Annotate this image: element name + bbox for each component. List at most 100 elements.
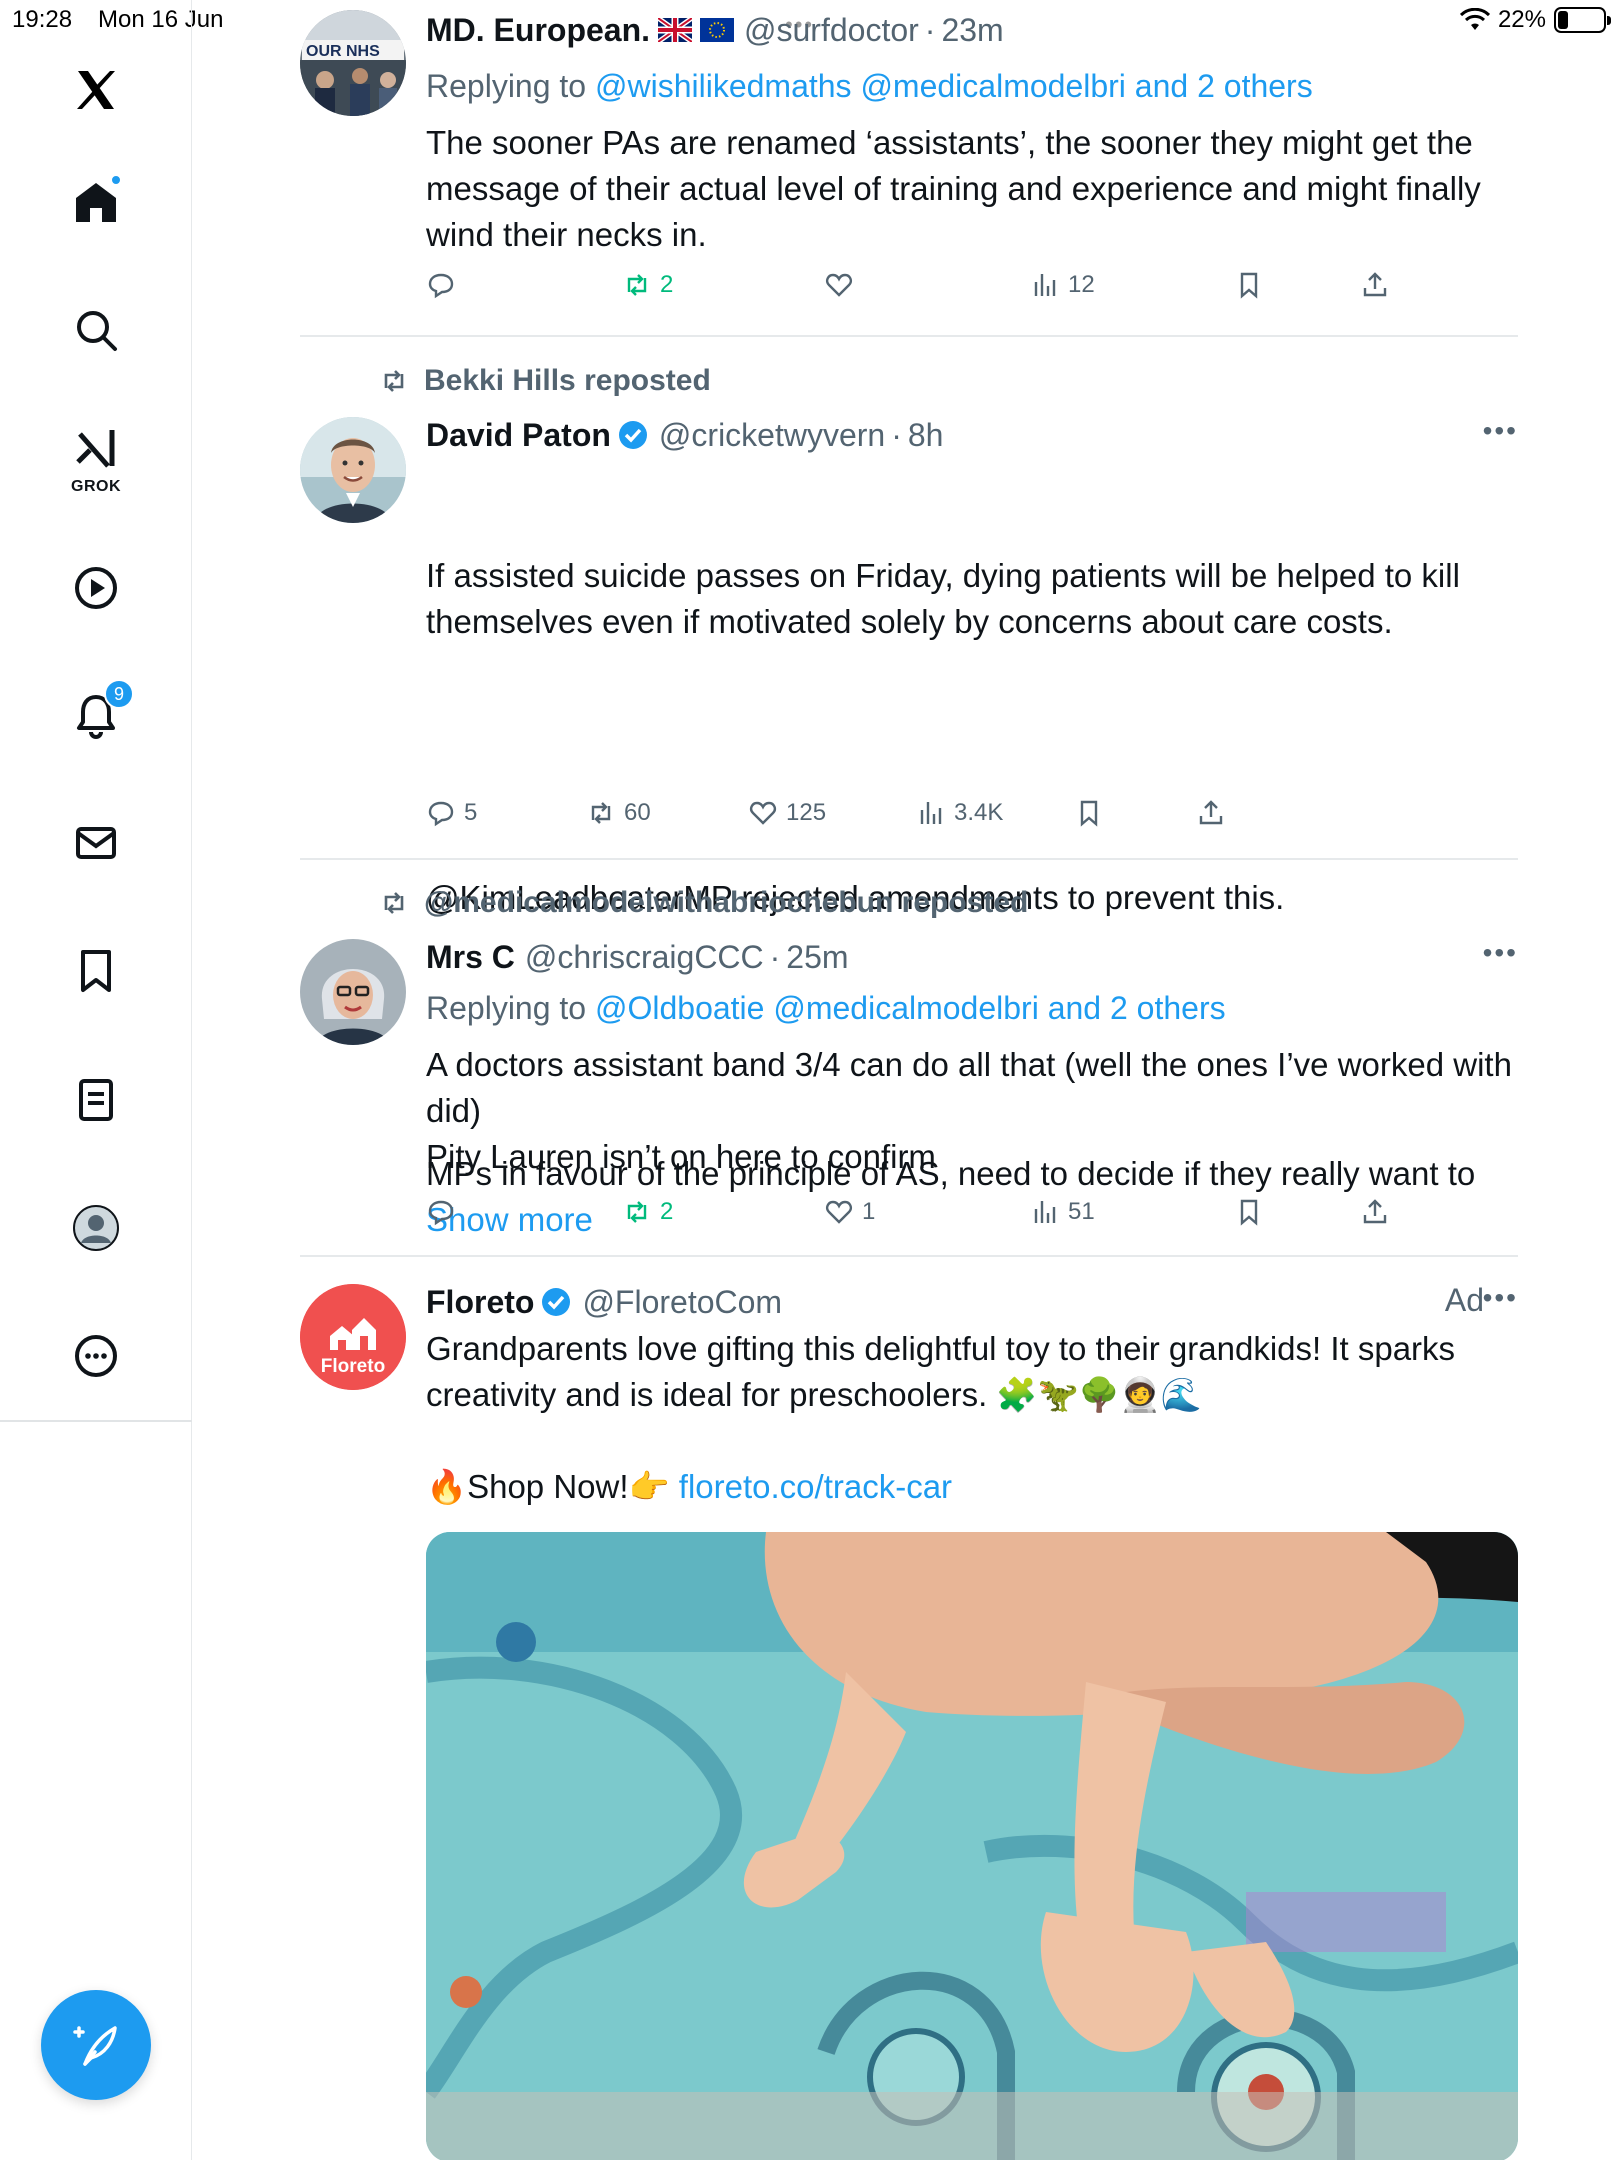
repost-button[interactable]: 2 — [622, 270, 673, 300]
more-icon — [75, 1335, 117, 1377]
handle[interactable]: @cricketwyvern — [659, 415, 885, 455]
repost-button[interactable]: 2 — [622, 1197, 673, 1227]
repost-icon — [627, 274, 647, 296]
views-icon — [920, 802, 942, 824]
timestamp[interactable]: 25m — [786, 937, 848, 977]
display-name[interactable]: MD. European. — [426, 10, 650, 50]
tweet-more-button[interactable]: ••• — [1483, 415, 1518, 447]
notification-dot — [110, 174, 122, 186]
sidebar-item-notifications[interactable]: 9 — [66, 679, 134, 745]
timestamp[interactable]: 8h — [908, 415, 944, 455]
replying-prefix: Replying to — [426, 68, 587, 104]
ad-label: Ad — [1444, 1282, 1484, 1318]
views-button[interactable]: 3.4K — [916, 798, 1003, 828]
avatar[interactable] — [300, 417, 406, 523]
grok-icon — [76, 430, 115, 468]
sidebar-item-grok[interactable] — [66, 420, 126, 480]
tweet-actions: 5 60 125 3.4K — [426, 798, 1406, 838]
tweet-divider — [300, 1255, 1518, 1257]
separator-dot: · — [924, 12, 936, 48]
like-button[interactable]: 125 — [748, 798, 826, 828]
views-button[interactable]: 51 — [1030, 1197, 1095, 1227]
tweet-divider — [300, 335, 1518, 337]
repost-button[interactable]: 60 — [586, 798, 651, 828]
bookmark-button[interactable] — [1234, 1197, 1264, 1227]
like-button[interactable]: 1 — [824, 1197, 875, 1227]
sidebar-item-more[interactable] — [66, 1326, 126, 1386]
bookmark-icon — [81, 950, 111, 992]
views-button[interactable]: 12 — [1030, 270, 1095, 300]
replying-to: Replying to @wishilikedmaths @medicalmod… — [426, 66, 1518, 106]
bookmark-icon — [1240, 272, 1258, 299]
play-icon — [75, 567, 117, 609]
tweet-actions: 2 1 51 — [426, 1197, 1406, 1237]
repost-indicator[interactable]: Bekki Hills reposted — [378, 364, 711, 398]
sidebar-item-home[interactable] — [66, 172, 126, 232]
battery-icon — [1554, 7, 1611, 33]
replying-prefix: Replying to — [426, 990, 587, 1026]
list-icon — [79, 1079, 113, 1121]
compose-button[interactable] — [41, 1990, 151, 2100]
bookmark-button[interactable] — [1074, 798, 1104, 828]
avatar[interactable]: OUR NHS — [300, 10, 406, 116]
reply-button[interactable] — [426, 270, 464, 300]
compose-icon — [73, 2026, 117, 2066]
verified-badge-icon — [542, 1288, 571, 1316]
handle[interactable]: @chriscraigCCC — [525, 937, 764, 977]
avatar[interactable]: Floreto — [300, 1284, 406, 1390]
notification-badge: 9 — [104, 679, 134, 709]
repost-by-label: @medicalmodelwithabriochebun reposted — [424, 886, 1029, 919]
share-button[interactable] — [1360, 270, 1390, 300]
ad-link[interactable]: floreto.co/track-car — [679, 1468, 952, 1505]
bookmark-button[interactable] — [1234, 270, 1264, 300]
tweet-actions: 2 12 — [426, 270, 1406, 310]
verified-badge-icon — [618, 421, 647, 449]
timestamp[interactable]: 23m — [941, 10, 1003, 50]
sidebar-item-videos[interactable] — [66, 558, 126, 618]
heart-icon — [825, 1200, 853, 1224]
sidebar-item-bookmarks[interactable] — [66, 941, 126, 1001]
avatar-sign-text: OUR NHS — [306, 43, 380, 60]
views-icon — [1034, 274, 1056, 296]
sidebar-item-profile[interactable] — [66, 1198, 126, 1258]
handle[interactable]: @FloretoCom — [582, 1282, 782, 1322]
display-name[interactable]: Mrs C — [426, 937, 515, 977]
replying-to: Replying to @Oldboatie @medicalmodelbri … — [426, 988, 1518, 1028]
like-button[interactable] — [824, 270, 862, 300]
sidebar-item-messages[interactable] — [66, 813, 126, 873]
share-button[interactable] — [1360, 1197, 1390, 1227]
share-icon — [1363, 1199, 1387, 1224]
tweet-text: Grandparents love gifting this delightfu… — [426, 1330, 1465, 1413]
repost-by-label: Bekki Hills reposted — [424, 364, 711, 397]
reply-button[interactable] — [426, 1197, 464, 1227]
tweet-text-paragraph-1: If assisted suicide passes on Friday, dy… — [426, 557, 1470, 640]
replying-to-users[interactable]: @Oldboatie @medicalmodelbri and 2 others — [595, 990, 1226, 1026]
repost-indicator[interactable]: @medicalmodelwithabriochebun reposted — [378, 886, 1028, 920]
repost-icon — [384, 892, 404, 914]
ad-media-video[interactable] — [426, 1532, 1518, 2160]
display-name[interactable]: David Paton — [426, 415, 611, 455]
bookmark-icon — [1080, 800, 1098, 827]
avatar[interactable] — [300, 939, 406, 1045]
views-icon — [1034, 1201, 1056, 1223]
mail-icon — [76, 827, 116, 859]
reply-icon — [428, 801, 454, 827]
share-button[interactable] — [1196, 798, 1226, 828]
sidebar-item-explore[interactable] — [66, 300, 126, 360]
sidebar-item-lists[interactable] — [66, 1070, 126, 1130]
display-name[interactable]: Floreto — [426, 1282, 534, 1322]
tweet-more-button[interactable]: ••• — [1483, 1282, 1518, 1314]
shop-now-label: 🔥Shop Now!👉 — [426, 1468, 670, 1505]
tweet-text: A doctors assistant band 3/4 can do all … — [426, 1046, 1512, 1175]
repost-icon — [627, 1201, 647, 1223]
replying-to-users[interactable]: @wishilikedmaths @medicalmodelbri and 2 … — [595, 68, 1313, 104]
profile-icon — [73, 1205, 119, 1251]
avatar-brand-text: Floreto — [321, 1356, 385, 1377]
tweet-divider — [300, 858, 1518, 860]
x-logo-icon[interactable] — [66, 60, 126, 120]
tweet-more-button[interactable]: ••• — [1483, 937, 1518, 969]
handle[interactable]: @surfdoctor — [744, 10, 919, 50]
ad-cta-line: 🔥Shop Now!👉 floreto.co/track-car — [426, 1464, 1518, 1510]
uk-flag-icon — [658, 18, 693, 42]
reply-button[interactable]: 5 — [426, 798, 477, 828]
